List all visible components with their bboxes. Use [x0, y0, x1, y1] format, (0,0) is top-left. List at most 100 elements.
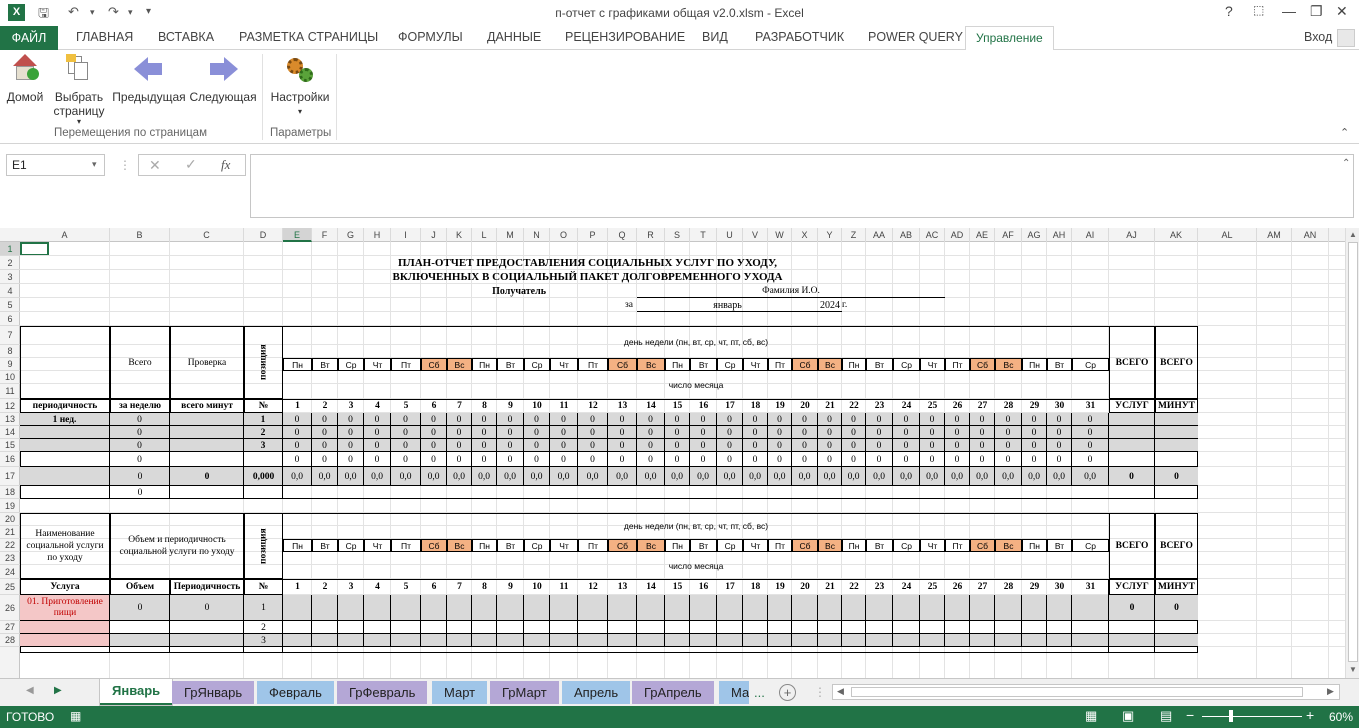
- next-sheet-icon[interactable]: ▶: [54, 685, 62, 696]
- cell-area[interactable]: ПЛАН-ОТЧЕТ ПРЕДОСТАВЛЕНИЯ СОЦИАЛЬНЫХ УСЛ…: [20, 242, 1345, 678]
- help-button[interactable]: ?: [1225, 3, 1233, 19]
- column-header[interactable]: Y: [818, 228, 842, 242]
- row-header[interactable]: 6: [0, 312, 20, 326]
- column-header[interactable]: C: [170, 228, 244, 242]
- scroll-up-icon[interactable]: ▲: [1349, 230, 1357, 239]
- column-header[interactable]: T: [690, 228, 717, 242]
- column-header[interactable]: W: [768, 228, 792, 242]
- row-header[interactable]: 25: [0, 579, 20, 595]
- zoom-slider-thumb[interactable]: [1229, 710, 1233, 722]
- more-sheets-button[interactable]: ...: [754, 685, 765, 700]
- prev-sheet-icon[interactable]: ◀: [26, 685, 34, 696]
- select-page-button[interactable]: Выбрать страницу ▾: [52, 54, 106, 126]
- zoom-level[interactable]: 60%: [1329, 710, 1353, 724]
- expand-formula-bar-icon[interactable]: ⌃: [1342, 158, 1350, 169]
- column-header[interactable]: E: [283, 228, 312, 242]
- row-header[interactable]: 10: [0, 371, 20, 384]
- tab-data[interactable]: ДАННЫЕ: [487, 30, 541, 44]
- column-header[interactable]: J: [421, 228, 447, 242]
- sheet-tab[interactable]: Апрель: [562, 681, 631, 704]
- row-header[interactable]: 19: [0, 499, 20, 513]
- close-icon[interactable]: ✕: [1336, 3, 1348, 20]
- column-header[interactable]: AA: [866, 228, 893, 242]
- scroll-thumb[interactable]: [1348, 242, 1358, 662]
- column-header[interactable]: AL: [1198, 228, 1257, 242]
- row-header[interactable]: 5: [0, 298, 20, 312]
- column-header[interactable]: F: [312, 228, 338, 242]
- row-header[interactable]: 14: [0, 426, 20, 439]
- column-header[interactable]: K: [447, 228, 472, 242]
- tab-home[interactable]: ГЛАВНАЯ: [76, 30, 133, 44]
- column-header[interactable]: L: [472, 228, 497, 242]
- page-layout-view-icon[interactable]: ▣: [1122, 708, 1134, 724]
- name-box[interactable]: E1: [6, 154, 105, 176]
- restore-icon[interactable]: ❐: [1310, 3, 1323, 20]
- row-header[interactable]: 7: [0, 326, 20, 345]
- signin-link[interactable]: Вход: [1304, 30, 1332, 44]
- column-header[interactable]: R: [637, 228, 665, 242]
- column-header[interactable]: AC: [920, 228, 945, 242]
- normal-view-icon[interactable]: ▦: [1085, 708, 1097, 724]
- column-header[interactable]: AB: [893, 228, 920, 242]
- collapse-ribbon-icon[interactable]: ⌃: [1340, 126, 1349, 139]
- column-header[interactable]: AK: [1155, 228, 1198, 242]
- row-header[interactable]: 18: [0, 486, 20, 499]
- insert-function-icon[interactable]: fx: [221, 157, 230, 173]
- cancel-icon[interactable]: ✕: [149, 157, 161, 174]
- new-sheet-icon[interactable]: +: [779, 684, 796, 701]
- column-header[interactable]: B: [110, 228, 170, 242]
- tab-view[interactable]: ВИД: [702, 30, 728, 44]
- column-header[interactable]: V: [743, 228, 768, 242]
- page-break-view-icon[interactable]: ▤: [1160, 708, 1172, 724]
- column-header[interactable]: O: [550, 228, 578, 242]
- formula-input[interactable]: [250, 154, 1354, 218]
- row-header[interactable]: 12: [0, 399, 20, 413]
- column-header[interactable]: D: [244, 228, 283, 242]
- horizontal-scrollbar[interactable]: ◀ ▶: [832, 684, 1340, 700]
- macro-record-icon[interactable]: ▦: [70, 709, 81, 723]
- sheet-tab[interactable]: Февраль: [257, 681, 334, 704]
- tab-file[interactable]: ФАЙЛ: [0, 26, 58, 50]
- column-header[interactable]: Q: [608, 228, 637, 242]
- column-header[interactable]: A: [20, 228, 110, 242]
- row-header[interactable]: 13: [0, 413, 20, 426]
- column-header[interactable]: AJ: [1109, 228, 1155, 242]
- sheet-tab[interactable]: ГрАпрель: [632, 681, 714, 704]
- row-header[interactable]: 11: [0, 384, 20, 399]
- column-header[interactable]: G: [338, 228, 364, 242]
- scroll-down-icon[interactable]: ▼: [1349, 665, 1357, 674]
- hscroll-thumb[interactable]: [851, 687, 1303, 697]
- tab-manage[interactable]: Управление: [965, 26, 1054, 51]
- row-header[interactable]: 22: [0, 539, 20, 552]
- sheet-tab[interactable]: Ма: [719, 681, 749, 704]
- row-header[interactable]: 26: [0, 595, 20, 621]
- minimize-icon[interactable]: —: [1282, 3, 1296, 19]
- row-header[interactable]: 20: [0, 513, 20, 526]
- ribbon-display-options-icon[interactable]: ⬚: [1253, 3, 1264, 17]
- tab-page-layout[interactable]: РАЗМЕТКА СТРАНИЦЫ: [239, 30, 378, 44]
- column-header[interactable]: AF: [995, 228, 1022, 242]
- enter-icon[interactable]: ✓: [185, 156, 197, 173]
- previous-button[interactable]: Предыдущая: [112, 54, 186, 104]
- row-header[interactable]: 9: [0, 358, 20, 371]
- column-header[interactable]: AI: [1072, 228, 1109, 242]
- tab-review[interactable]: РЕЦЕНЗИРОВАНИЕ: [565, 30, 685, 44]
- row-header[interactable]: 1: [0, 242, 20, 256]
- column-header[interactable]: AD: [945, 228, 970, 242]
- row-header[interactable]: 2: [0, 256, 20, 270]
- row-header[interactable]: 4: [0, 284, 20, 298]
- zoom-in-icon[interactable]: +: [1306, 707, 1314, 723]
- column-header[interactable]: AE: [970, 228, 995, 242]
- home-button[interactable]: Домой: [4, 54, 46, 104]
- row-header[interactable]: 23: [0, 552, 20, 565]
- row-header[interactable]: 15: [0, 439, 20, 452]
- sheet-tab[interactable]: ГрЯнварь: [172, 681, 255, 704]
- row-header[interactable]: 28: [0, 634, 20, 647]
- tab-insert[interactable]: ВСТАВКА: [158, 30, 214, 44]
- column-header[interactable]: M: [497, 228, 524, 242]
- sheet-tab[interactable]: Январь: [100, 679, 173, 705]
- column-header[interactable]: U: [717, 228, 743, 242]
- row-header[interactable]: 16: [0, 452, 20, 467]
- row-header[interactable]: 8: [0, 345, 20, 358]
- column-header[interactable]: H: [364, 228, 391, 242]
